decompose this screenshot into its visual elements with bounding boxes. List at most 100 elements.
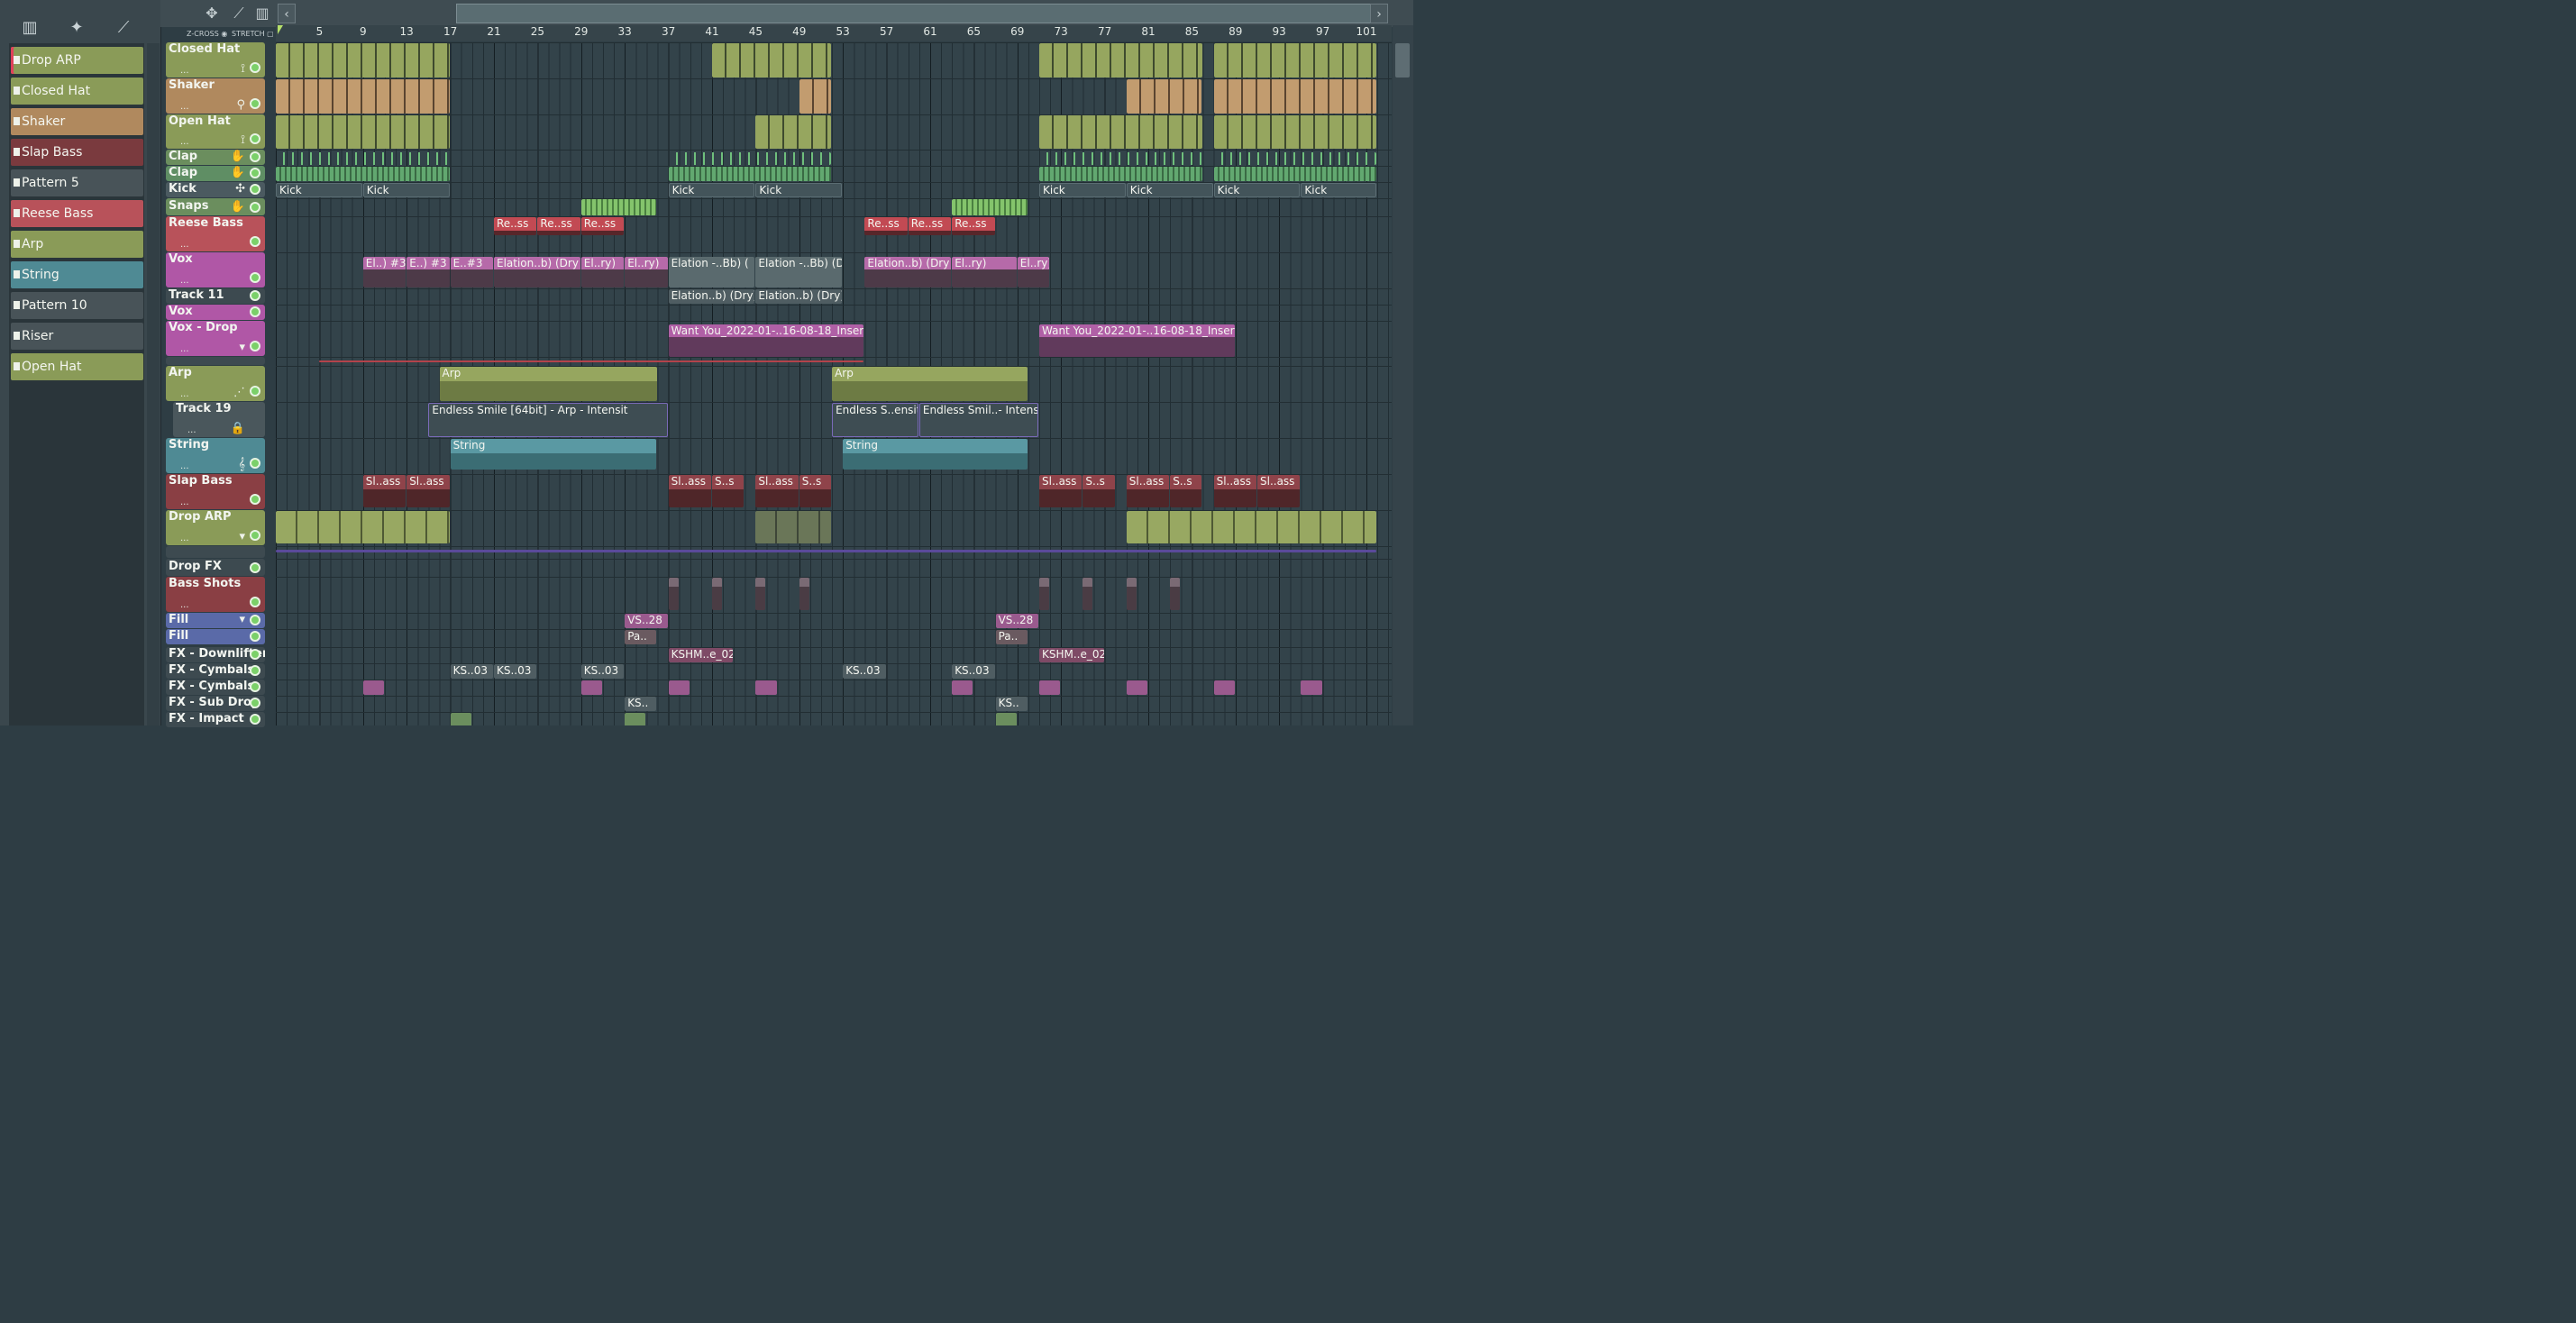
track-menu-icon[interactable]: ... <box>180 240 189 250</box>
reese-bass-clip[interactable]: Re..ss <box>864 217 908 235</box>
vox-clip[interactable]: El..) #3 <box>362 257 406 287</box>
track-header[interactable]: Drop FX <box>166 559 265 576</box>
picker-scrollbar[interactable] <box>147 43 160 725</box>
playhead-marker[interactable] <box>278 25 283 34</box>
slap-bass-clip[interactable]: Sl..ass <box>1257 475 1301 507</box>
track-menu-icon[interactable]: ... <box>180 102 189 112</box>
track11-clip[interactable]: Elation..b) (Dry) #2 <box>755 289 843 304</box>
track-header[interactable]: Clap ✋ <box>166 150 265 165</box>
picker-item[interactable]: Reese Bass <box>11 200 143 227</box>
track-mute-led[interactable] <box>250 62 260 73</box>
track-header[interactable]: Kick ✣ <box>166 182 265 197</box>
shaker-clip[interactable] <box>1126 79 1202 114</box>
shaker-clip[interactable] <box>1213 79 1377 114</box>
slap-bass-clip[interactable]: Sl..ass <box>668 475 711 507</box>
cymbal-clip[interactable] <box>1213 680 1235 695</box>
automation-line[interactable] <box>319 360 864 362</box>
track-mute-led[interactable] <box>250 133 260 144</box>
sub-drop-clip[interactable]: KS.. <box>625 697 657 711</box>
scroll-left-button[interactable]: ‹ <box>278 4 296 23</box>
downlifter-clip[interactable]: KSHM..e_02 <box>668 648 734 662</box>
impact-clip[interactable] <box>450 713 471 725</box>
picker-item[interactable]: Pattern 5 <box>11 169 143 196</box>
track-menu-icon[interactable]: ... <box>180 66 189 76</box>
stretch-label[interactable]: STRETCH ▢ <box>232 30 274 38</box>
impact-clip[interactable] <box>995 713 1017 725</box>
vox-drop-clip[interactable]: Want You_2022-01-..16-08-18_Insert 1 <box>1039 324 1235 357</box>
fill-clip[interactable]: VS..28 <box>625 614 668 628</box>
kick-clip[interactable]: Kick <box>668 183 755 197</box>
track-header[interactable]: Snaps ✋ <box>166 198 265 215</box>
drop-arp-clip[interactable] <box>276 511 450 543</box>
closed-hat-clip[interactable] <box>1039 43 1202 78</box>
vox-drop-clip[interactable]: Want You_2022-01-..16-08-18_Insert 1 <box>668 324 864 357</box>
bass-shot-clip[interactable] <box>712 578 723 610</box>
kick-clip[interactable]: Kick <box>1126 183 1213 197</box>
cymbal-clip[interactable] <box>580 680 602 695</box>
track-menu-icon[interactable]: ... <box>180 137 189 147</box>
zcross-label[interactable]: Z-CROSS ◉ <box>187 30 227 38</box>
reese-bass-clip[interactable]: Re..ss <box>537 217 580 235</box>
cymbal-clip[interactable] <box>1301 680 1322 695</box>
track-header[interactable]: Clap ✋ <box>166 166 265 181</box>
track-menu-icon[interactable]: ... <box>180 497 189 507</box>
track-mute-led[interactable] <box>250 597 260 607</box>
cymbal-clip[interactable]: KS..03 <box>450 664 493 679</box>
track-mute-led[interactable] <box>250 272 260 283</box>
track-mute-led[interactable] <box>250 202 260 213</box>
vox-clip[interactable]: E..) #3 <box>406 257 450 287</box>
bass-shot-clip[interactable] <box>1039 578 1050 610</box>
clap-clip[interactable] <box>1039 152 1202 165</box>
clap-clip[interactable] <box>1213 152 1377 165</box>
vox-clip[interactable]: Elation..b) (Dry <box>494 257 580 287</box>
arp-clip[interactable]: Arp <box>439 367 657 401</box>
kick-clip[interactable]: Kick <box>1213 183 1301 197</box>
shaker-clip[interactable] <box>799 79 832 114</box>
piano-icon[interactable]: ▥ <box>252 4 272 23</box>
slap-bass-clip[interactable]: Sl..ass <box>1213 475 1256 507</box>
cymbal-clip[interactable]: KS..03 <box>580 664 625 679</box>
track-header[interactable]: Fill <box>166 629 265 644</box>
picker-item[interactable]: Closed Hat <box>11 78 143 105</box>
cymbal-clip[interactable] <box>952 680 973 695</box>
kick-clip[interactable]: Kick <box>362 183 450 197</box>
track-mute-led[interactable] <box>250 494 260 505</box>
track-header[interactable]: Vox... <box>166 252 265 287</box>
slap-bass-clip[interactable]: Sl..ass <box>362 475 406 507</box>
slap-bass-clip[interactable]: S..s <box>712 475 744 507</box>
track-header[interactable]: Shaker... ⚲ <box>166 78 265 114</box>
vox-clip[interactable]: Elation -..Bb) ( <box>668 257 755 287</box>
track-header[interactable]: Bass Shots... <box>166 577 265 612</box>
cymbal-clip[interactable] <box>1039 680 1061 695</box>
timeline-ruler[interactable]: 5 9 13 17 21 25 29 33 37 41 45 49 53 57 61 65 69 73 77 81 85… <box>276 25 1392 41</box>
picker-item[interactable]: Slap Bass <box>11 139 143 166</box>
snaps-clip[interactable] <box>952 199 1028 215</box>
slap-bass-clip[interactable]: S..s <box>1082 475 1115 507</box>
automation-line[interactable] <box>276 550 1377 552</box>
vox-clip[interactable]: El..ry) <box>1017 257 1050 287</box>
slap-bass-clip[interactable]: S..s <box>1170 475 1202 507</box>
track11-clip[interactable]: Elation..b) (Dry) <box>668 289 755 304</box>
bass-shot-clip[interactable] <box>799 578 809 610</box>
vertical-scrollbar[interactable] <box>1393 25 1413 725</box>
vertical-scroll-thumb[interactable] <box>1395 43 1410 78</box>
clap-clip[interactable] <box>1039 167 1202 181</box>
track-mute-led[interactable] <box>250 631 260 642</box>
vox-clip[interactable]: El..ry) <box>580 257 625 287</box>
track-mute-led[interactable] <box>250 615 260 625</box>
automation-icon[interactable]: ⟋ <box>108 14 139 41</box>
track-header[interactable]: Track 11 <box>166 288 265 304</box>
clap-clip[interactable] <box>276 167 450 181</box>
track-menu-icon[interactable]: ... <box>180 344 189 354</box>
track-header[interactable]: Fill ▾ <box>166 613 265 628</box>
track-header[interactable]: FX - Cymbals <box>166 663 265 679</box>
track-header[interactable]: Closed Hat... ⟟ <box>166 42 265 78</box>
bass-shot-clip[interactable] <box>668 578 679 610</box>
clap-clip[interactable] <box>668 152 832 165</box>
waveform-icon[interactable]: ✦ <box>61 14 92 41</box>
arp-clip[interactable]: Arp <box>832 367 1028 401</box>
track-mute-led[interactable] <box>250 681 260 692</box>
kick-clip[interactable]: Kick <box>1039 183 1126 197</box>
kick-clip[interactable]: Kick <box>1301 183 1377 197</box>
track-header[interactable]: Arp... ⋰ <box>166 366 265 401</box>
